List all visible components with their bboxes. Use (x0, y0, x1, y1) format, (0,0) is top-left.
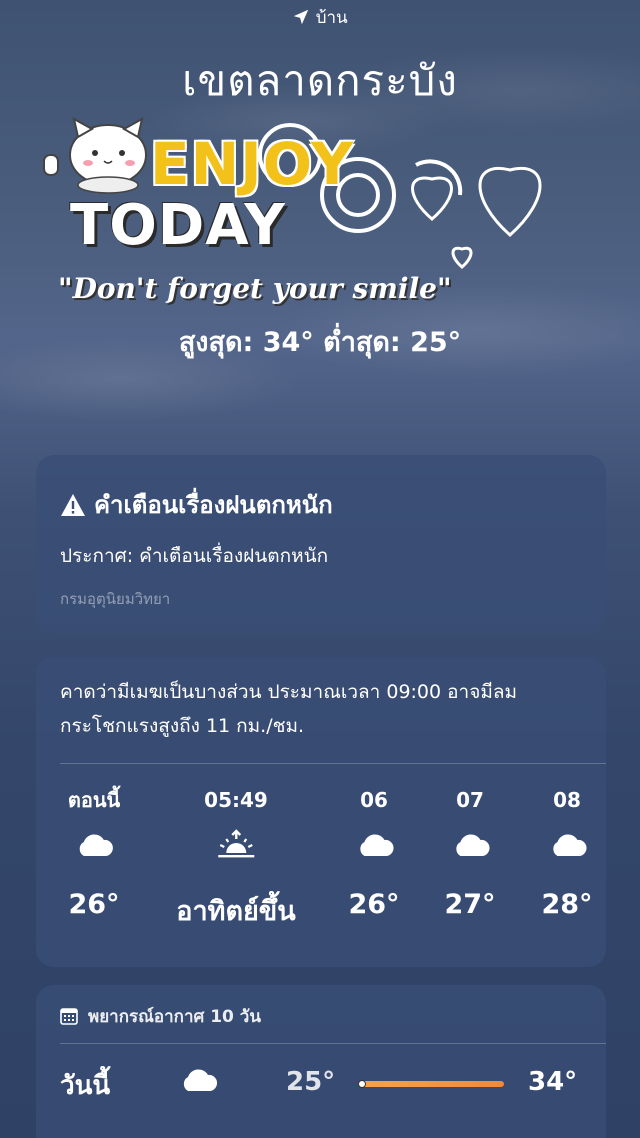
hour-temp: 26° (348, 889, 400, 920)
hour-item: 06 26° (348, 785, 399, 920)
hour-time: 05:49 (204, 788, 268, 812)
hour-time: ตอนนี้ (67, 788, 121, 812)
weather-alert-card[interactable]: คำเตือนเรื่องฝนตกหนัก ประกาศ: คำเตือนเรื… (36, 455, 606, 633)
location-label: บ้าน (315, 8, 348, 28)
hour-time: 08 (553, 788, 581, 812)
hour-temp: 28° (541, 889, 593, 920)
cloud-icon (183, 1069, 218, 1091)
hour-temp: 27° (444, 889, 496, 920)
hourly-summary: คาดว่ามีเมฆเป็นบางส่วน ประมาณเวลา 09:00 … (60, 675, 590, 743)
hourly-summary-line: คาดว่ามีเมฆเป็นบางส่วน ประมาณเวลา 09:00 … (60, 681, 518, 703)
hourly-forecast-card: คาดว่ามีเมฆเป็นบางส่วน ประมาณเวลา 09:00 … (36, 657, 606, 967)
day-label: วันนี้ (60, 1071, 111, 1101)
daily-header-label: พยากรณ์อากาศ 10 วัน (88, 1007, 261, 1027)
hour-temp: อาทิตย์ขึ้น (176, 896, 296, 927)
warning-icon (61, 493, 85, 516)
high-low-temperature: สูงสุด: 34° ต่ำสุด: 25° (178, 327, 462, 358)
sticker-tagline: "Don't forget your smile" (58, 272, 452, 305)
calendar-icon (60, 1008, 78, 1025)
sticker-today-text: TODAY (70, 193, 286, 258)
location-indicator: บ้าน (0, 6, 640, 30)
daily-row[interactable]: วันนี้ 25° 34° (36, 1063, 606, 1107)
hourly-scroller[interactable]: ตอนนี้ 26° 05:49 อาทิตย์ขึ้น 06 26° 07 2… (36, 785, 606, 955)
sticker-enjoy-text: ENJOY (150, 130, 354, 198)
hour-item: ตอนนี้ 26° (68, 785, 120, 920)
cloud-icon (79, 834, 114, 856)
daily-header: พยากรณ์อากาศ 10 วัน (60, 1003, 261, 1030)
cloud-icon (359, 834, 394, 856)
hour-item: 08 28° (541, 785, 592, 920)
sunrise-icon (217, 829, 254, 858)
cloud-icon (455, 834, 490, 856)
hour-temp: 26° (68, 889, 120, 920)
temperature-range-fill (358, 1081, 504, 1087)
location-arrow-icon (294, 9, 309, 25)
hour-item: 07 27° (444, 785, 495, 920)
divider (60, 763, 606, 764)
hourly-summary-line: กระโชกแรงสูงถึง 11 กม./ชม. (60, 715, 305, 737)
ten-day-forecast-card: พยากรณ์อากาศ 10 วัน วันนี้ 25° 34° (36, 985, 606, 1138)
heart-decoration-icon (411, 167, 542, 269)
hour-time: 06 (360, 788, 388, 812)
city-name: เขตลาดกระบัง (182, 56, 458, 105)
alert-source: กรมอุตุนิยมวิทยา (60, 590, 171, 608)
low-temp: 25° (286, 1067, 336, 1097)
hour-item: 05:49 อาทิตย์ขึ้น (176, 785, 295, 932)
hour-time: 07 (456, 788, 484, 812)
cloud-icon (552, 834, 587, 856)
divider (60, 1043, 606, 1044)
temperature-range-bar (358, 1080, 504, 1088)
cat-sticker-icon (43, 117, 147, 194)
current-temp-dot (358, 1080, 366, 1088)
alert-body: ประกาศ: คำเตือนเรื่องฝนตกหนัก (60, 545, 329, 567)
alert-title-row: คำเตือนเรื่องฝนตกหนัก (60, 485, 333, 524)
alert-title: คำเตือนเรื่องฝนตกหนัก (94, 491, 333, 519)
high-temp: 34° (528, 1067, 578, 1097)
